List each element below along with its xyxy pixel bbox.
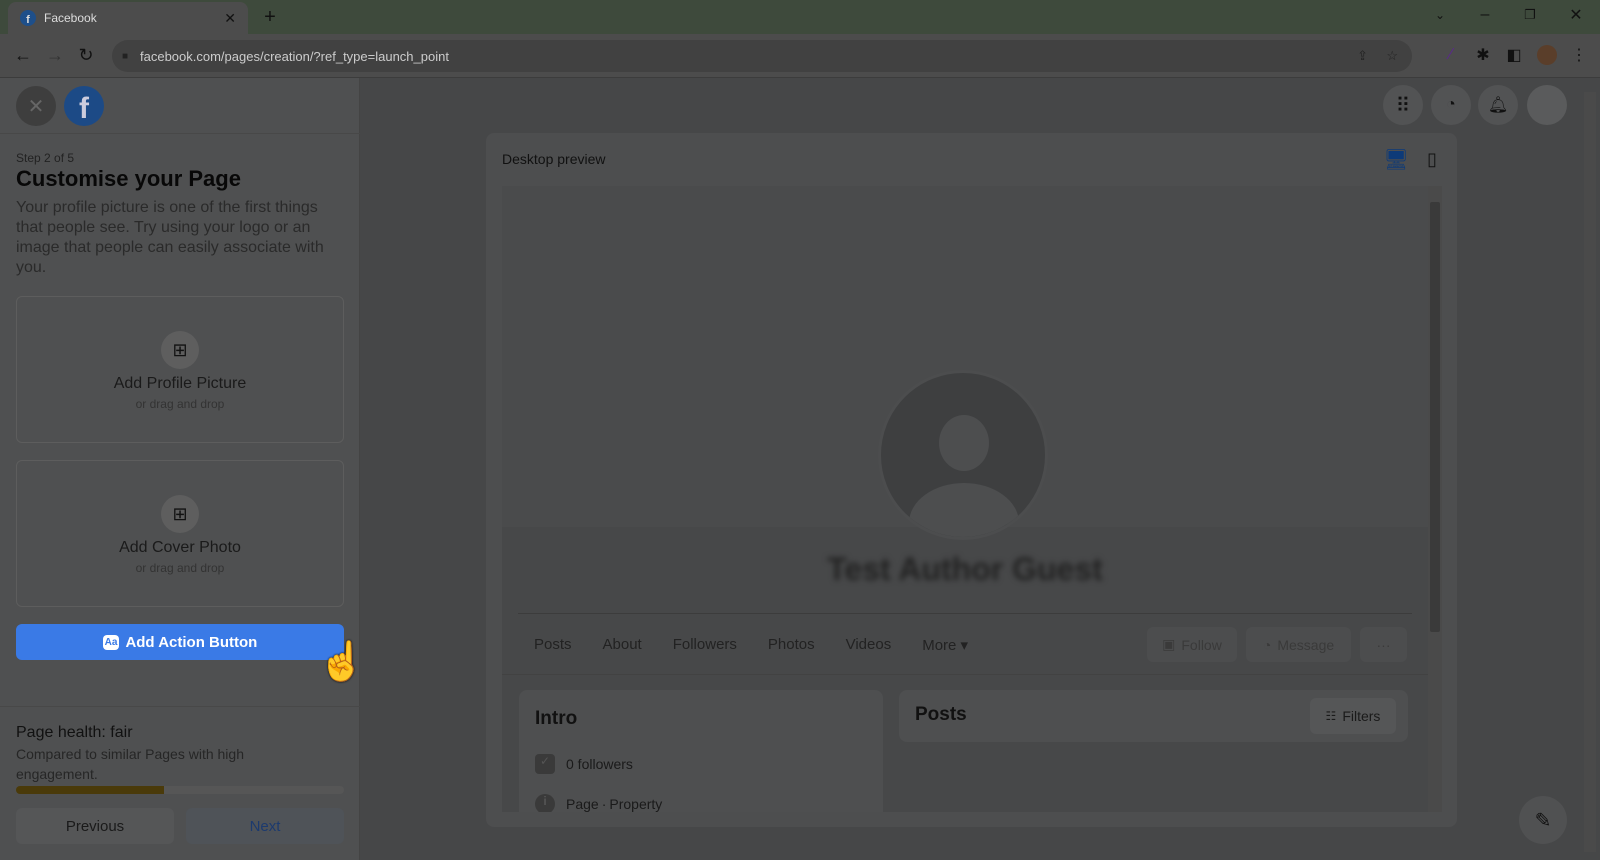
page-description: Your profile picture is one of the first… — [16, 199, 324, 276]
messenger-icon: ◔ — [1262, 636, 1272, 653]
extension-feather-icon[interactable]: ⁄ — [1440, 44, 1462, 66]
extensions-puzzle-icon[interactable]: ✱ — [1472, 44, 1494, 66]
mobile-view-icon[interactable]: ▯ — [1420, 148, 1444, 170]
sidebar-divider — [0, 133, 360, 134]
preview-title: Desktop preview — [502, 151, 606, 167]
card-title: Add Profile Picture — [113, 375, 247, 392]
next-button[interactable]: Next — [186, 808, 344, 844]
page-scrollbar[interactable] — [1584, 92, 1596, 852]
page-tab-more[interactable]: More ▾ — [922, 636, 968, 654]
restore-icon[interactable]: ❐ — [1520, 4, 1540, 26]
follow-button[interactable]: ▣ Follow — [1147, 627, 1237, 662]
card-subtitle: or drag and drop — [135, 397, 225, 411]
lock-icon: ■ — [122, 50, 129, 62]
page-tab-posts[interactable]: Posts — [534, 636, 572, 654]
step-indicator: Step 2 of 5 — [16, 151, 75, 165]
add-action-button[interactable]: Aa Add Action Button — [16, 624, 344, 660]
add-cover-photo-card[interactable]: ⊞ Add Cover Photo or drag and drop — [16, 460, 344, 607]
progress-fill — [16, 786, 164, 794]
filters-icon: ☷ — [1325, 709, 1337, 723]
button-label: Add Action Button — [125, 633, 258, 651]
page-title: Customise your Page — [16, 166, 241, 191]
add-profile-picture-card[interactable]: ⊞ Add Profile Picture or drag and drop — [16, 296, 344, 443]
page-tab-videos[interactable]: Videos — [846, 636, 892, 654]
posts-title: Posts — [915, 704, 967, 725]
page-preview-frame: Test Author Guest Posts About Followers Pho… — [502, 186, 1442, 812]
desktop-view-icon[interactable]: 🖥︎ — [1383, 148, 1408, 171]
page-tab-about[interactable]: About — [603, 636, 642, 654]
button-label: Filters — [1342, 708, 1381, 724]
new-tab-icon[interactable]: + — [260, 6, 280, 28]
card-title: Add Cover Photo — [119, 539, 241, 556]
forward-icon[interactable]: → — [44, 44, 66, 66]
menu-grid-icon[interactable]: ⠿ — [1383, 85, 1423, 125]
share-icon[interactable]: ⇪ — [1357, 48, 1368, 64]
page-name: Test Author Guest — [827, 551, 1103, 587]
bookmark-star-icon[interactable]: ☆ — [1386, 48, 1398, 64]
side-panel-icon[interactable]: ◧ — [1503, 44, 1525, 66]
message-button[interactable]: ◔ Message — [1246, 627, 1351, 662]
page-tab-photos[interactable]: Photos — [768, 636, 815, 654]
account-avatar[interactable] — [1527, 85, 1567, 125]
posts-card: Posts ☷ Filters — [899, 690, 1408, 742]
hand-cursor-icon: ☝ — [318, 641, 366, 683]
url-text: facebook.com/pages/creation/?ref_type=la… — [140, 48, 449, 64]
page-type: Page — [566, 796, 599, 812]
page-health-progress — [16, 786, 344, 794]
info-icon: i — [535, 794, 555, 812]
add-photo-icon: ⊞ — [161, 331, 199, 369]
minimize-icon[interactable]: – — [1475, 4, 1495, 26]
menu-kebab-icon[interactable]: ⋮ — [1568, 44, 1590, 66]
tabs-divider — [502, 674, 1428, 675]
new-message-edit-icon[interactable]: ✎ — [1519, 796, 1567, 844]
reload-icon[interactable]: ↻ — [75, 44, 97, 66]
facebook-logo-icon: f — [64, 86, 104, 126]
address-bar[interactable]: ■ facebook.com/pages/creation/?ref_type=… — [112, 40, 1412, 72]
close-window-icon[interactable]: ✕ — [1566, 4, 1586, 26]
back-icon[interactable]: ← — [12, 44, 34, 66]
tab-title: Facebook — [44, 11, 97, 25]
tab-search-icon[interactable]: ⌄ — [1430, 4, 1450, 26]
filters-button[interactable]: ☷ Filters — [1310, 698, 1396, 734]
card-subtitle: or drag and drop — [135, 561, 225, 575]
more-options-button[interactable]: ··· — [1360, 627, 1407, 662]
add-photo-icon: ⊞ — [161, 495, 199, 533]
button-label: Follow — [1181, 636, 1222, 653]
page-category: Property — [609, 796, 663, 812]
button-label: Message — [1277, 636, 1335, 653]
profile-divider — [518, 613, 1412, 614]
page-health-description: Compared to similar Pages with high enga… — [16, 746, 244, 782]
intro-card: Intro ✓ 0 followers i Page · Property — [519, 690, 883, 812]
close-icon[interactable]: ✕ — [16, 86, 56, 126]
page-health-title: Page health: fair — [16, 724, 133, 741]
followers-count: 0 followers — [566, 756, 633, 772]
footer-divider — [0, 706, 360, 707]
follow-icon: ▣ — [1162, 636, 1176, 652]
followers-icon: ✓ — [535, 754, 555, 774]
preview-scrollbar[interactable] — [1428, 186, 1442, 812]
profile-avatar[interactable] — [1537, 45, 1557, 65]
facebook-favicon-icon: f — [20, 10, 36, 26]
page-tabs: Posts About Followers Photos Videos More ▾ — [534, 636, 968, 654]
profile-picture-placeholder — [878, 370, 1048, 540]
messenger-icon[interactable]: ◔ — [1431, 85, 1471, 125]
previous-button[interactable]: Previous — [16, 808, 174, 844]
intro-title: Intro — [535, 708, 578, 729]
action-icon: Aa — [102, 634, 120, 650]
close-tab-icon[interactable]: ✕ — [224, 10, 236, 27]
browser-tab[interactable]: f Facebook ✕ — [8, 2, 248, 34]
notifications-bell-icon[interactable]: 🔔︎ — [1478, 85, 1518, 125]
page-tab-followers[interactable]: Followers — [673, 636, 737, 654]
